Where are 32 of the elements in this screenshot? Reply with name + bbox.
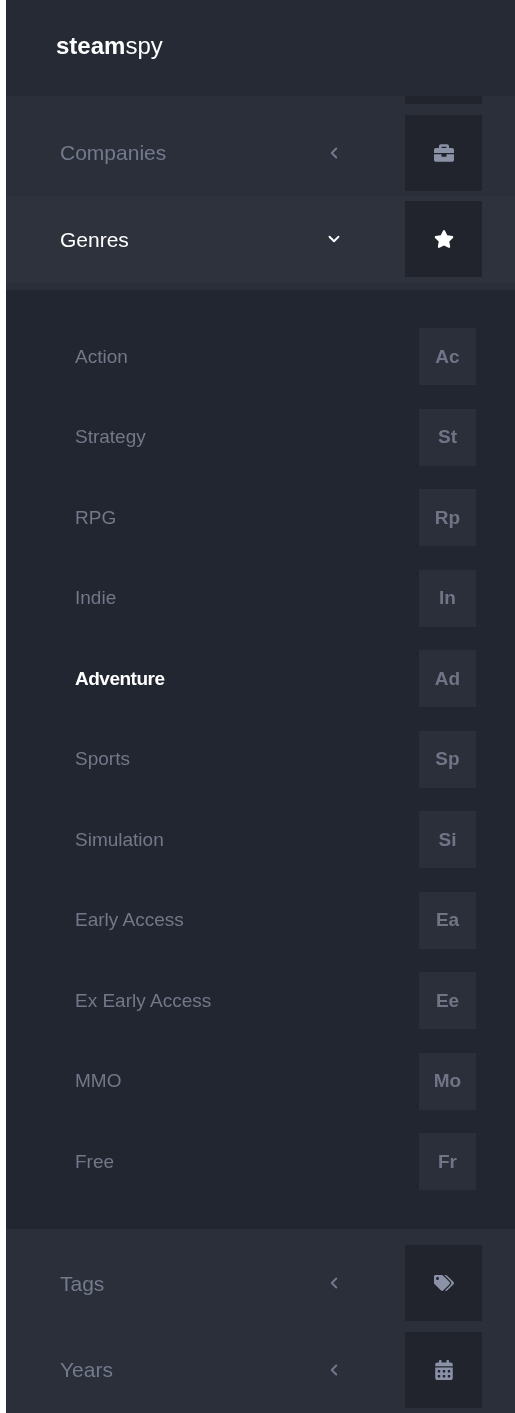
menu-icon-button[interactable] [405,201,482,278]
abbreviation-badge: St [419,408,476,466]
star-icon [433,229,454,250]
submenu-item[interactable]: MMO [75,1067,122,1096]
submenu-item[interactable]: Adventure [75,664,165,694]
abbreviation-badge: Ad [419,650,476,708]
submenu-item[interactable]: Ex Early Access [75,986,212,1016]
submenu-item[interactable]: Sports [75,745,130,774]
abbreviation-badge: Mo [419,1052,476,1110]
abbreviation-badge: Ea [419,891,476,949]
abbreviation-badge: Si [419,811,476,869]
logo[interactable]: steamspy [56,32,163,59]
calendar-icon [433,1359,454,1380]
submenu-item[interactable]: RPG [75,503,117,533]
menu-item[interactable]: Genres [60,223,129,256]
abbreviation-badge: Rp [419,489,476,547]
abbreviation-badge: Ee [419,972,476,1030]
submenu-item[interactable]: Free [75,1147,115,1177]
submenu-item[interactable]: Strategy [75,423,146,452]
menu-item[interactable]: Years [60,1354,113,1386]
briefcase-icon [433,142,454,163]
menu-item[interactable]: Tags [60,1267,105,1300]
menu-item[interactable]: Companies [60,137,167,169]
submenu-item[interactable]: Simulation [75,825,164,855]
tags-icon [433,1273,454,1294]
abbreviation-badge: Ac [419,328,476,386]
abbreviation-badge: Sp [419,730,476,788]
submenu-item[interactable]: Action [75,342,128,372]
abbreviation-badge: In [419,569,476,627]
submenu-item[interactable]: Indie [75,584,117,613]
submenu-item[interactable]: Early Access [75,906,184,935]
abbreviation-badge: Fr [419,1133,476,1191]
